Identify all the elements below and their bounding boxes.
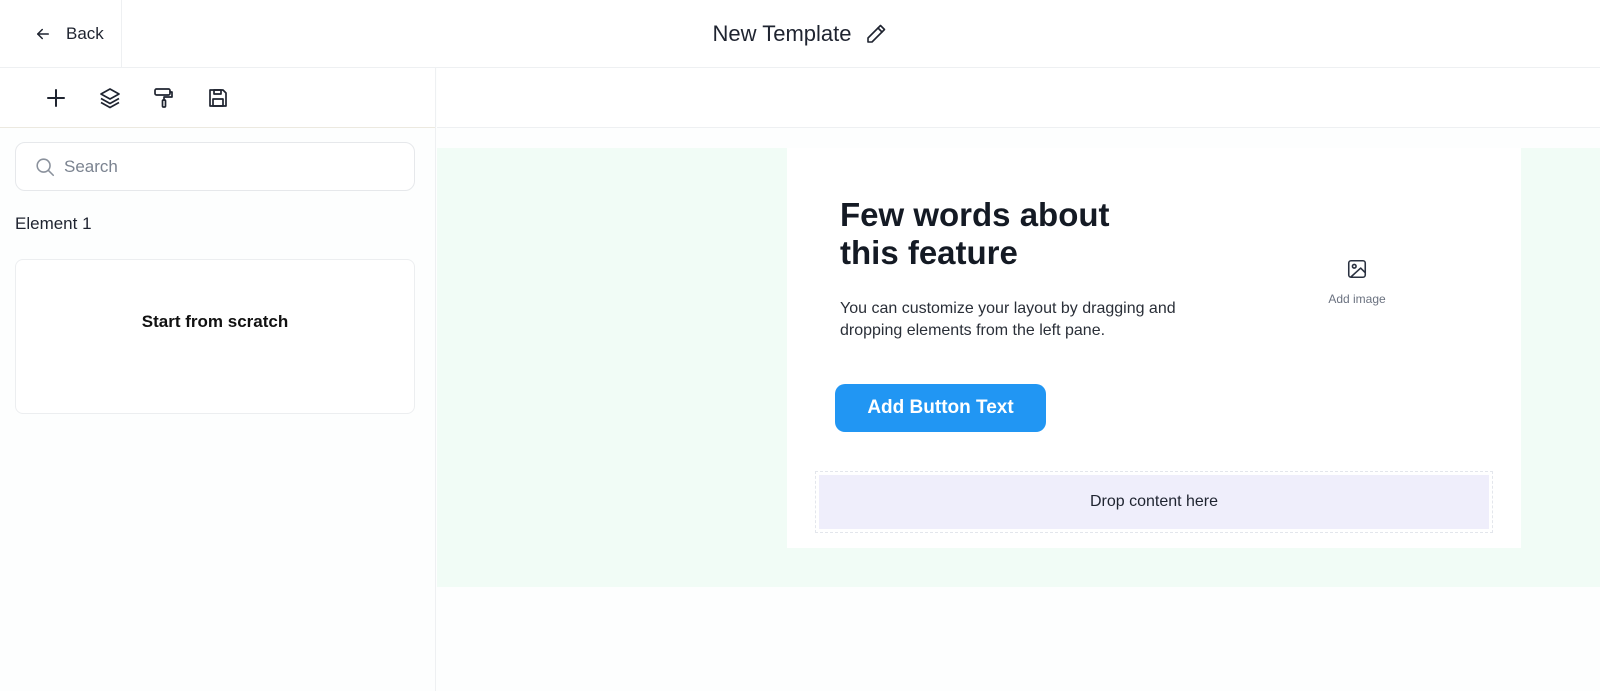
canvas-header bbox=[437, 68, 1600, 128]
start-from-scratch-card[interactable]: Start from scratch bbox=[15, 259, 415, 414]
body-text[interactable]: You can customize your layout by draggin… bbox=[840, 298, 1180, 342]
add-image-label: Add image bbox=[1328, 292, 1386, 306]
back-label: Back bbox=[66, 24, 104, 43]
search-icon bbox=[34, 156, 56, 178]
search-input[interactable] bbox=[64, 156, 394, 177]
cta-button[interactable]: Add Button Text bbox=[835, 384, 1046, 432]
section-label: Element 1 bbox=[15, 214, 92, 233]
layers-button[interactable] bbox=[96, 84, 124, 112]
panel-toolbar bbox=[0, 68, 435, 128]
styles-button[interactable] bbox=[150, 84, 178, 112]
arrow-left-icon bbox=[34, 25, 52, 43]
template-section[interactable]: Few words about this feature You can cus… bbox=[787, 148, 1521, 548]
paint-roller-icon bbox=[152, 86, 176, 110]
add-image-placeholder[interactable]: Add image bbox=[1307, 258, 1407, 306]
back-button[interactable]: Back bbox=[0, 0, 122, 68]
dropzone[interactable]: Drop content here bbox=[815, 471, 1493, 533]
cta-button-label: Add Button Text bbox=[867, 397, 1014, 418]
template-title[interactable]: New Template bbox=[713, 21, 852, 47]
left-panel: Element 1 Start from scratch bbox=[0, 68, 436, 691]
search-box[interactable] bbox=[15, 142, 415, 191]
add-element-button[interactable] bbox=[42, 84, 70, 112]
plus-icon bbox=[44, 86, 68, 110]
pencil-icon[interactable] bbox=[864, 22, 888, 46]
top-bar: Back New Template bbox=[0, 0, 1600, 68]
headline-text[interactable]: Few words about this feature bbox=[840, 196, 1160, 272]
save-button[interactable] bbox=[204, 84, 232, 112]
save-icon bbox=[206, 86, 230, 110]
layers-icon bbox=[98, 86, 122, 110]
dropzone-text: Drop content here bbox=[819, 475, 1489, 529]
image-icon bbox=[1346, 258, 1368, 280]
start-from-scratch-label: Start from scratch bbox=[141, 312, 289, 331]
